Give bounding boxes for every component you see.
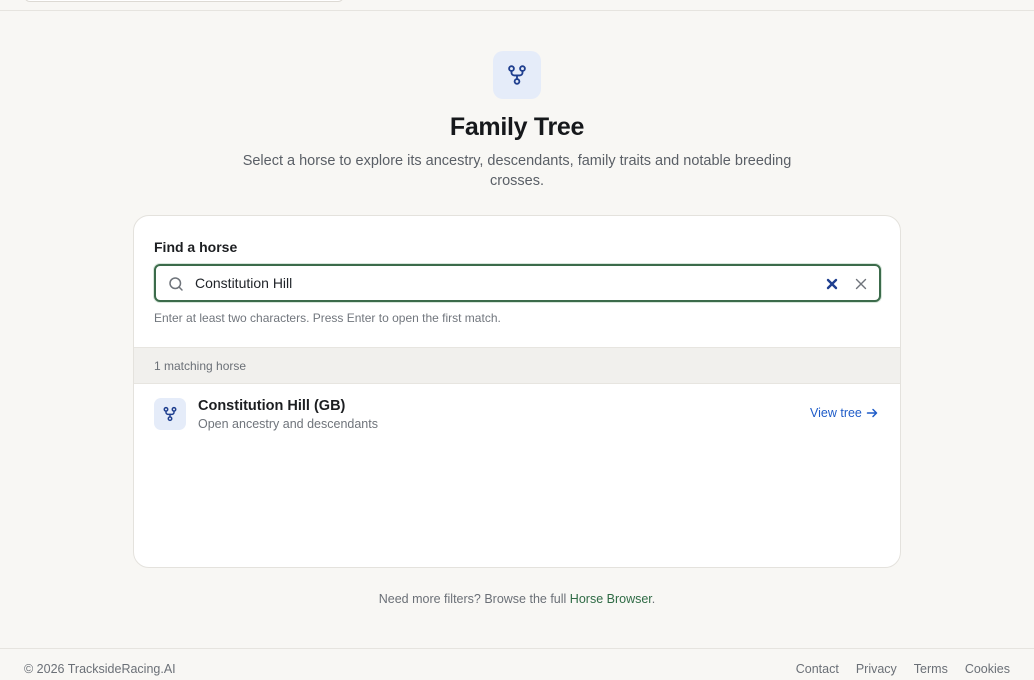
more-filters-suffix: . [651, 592, 656, 606]
arrow-right-icon [866, 408, 878, 418]
search-box[interactable] [154, 264, 881, 302]
footer-link-terms[interactable]: Terms [914, 662, 948, 676]
results-header: 1 matching horse [134, 347, 900, 384]
search-input[interactable] [195, 272, 795, 294]
page-title: Family Tree [449, 113, 585, 141]
footer-link-privacy[interactable]: Privacy [856, 662, 897, 676]
close-icon[interactable] [851, 274, 871, 294]
view-tree-link[interactable]: View tree [810, 406, 878, 420]
footer-link-contact[interactable]: Contact [796, 662, 839, 676]
footer-links: Contact Privacy Terms Cookies [796, 662, 1010, 676]
horse-browser-link[interactable]: Horse Browser [570, 592, 652, 606]
result-name: Constitution Hill (GB) [198, 398, 346, 414]
page-subtitle: Select a horse to explore its ancestry, … [242, 153, 792, 189]
search-card: Find a horse Enter at least two characte… [133, 215, 901, 568]
footer: © 2026 TracksideRacing.AI Contact Privac… [0, 648, 1034, 680]
view-tree-label: View tree [810, 406, 862, 420]
results-count: 1 matching horse [154, 359, 247, 373]
result-subtitle: Open ancestry and descendants [198, 417, 378, 431]
search-icon [169, 277, 183, 291]
global-search-input[interactable] [24, 0, 344, 2]
more-filters-note: Need more filters? Browse the full Horse… [0, 592, 1034, 606]
family-tree-icon [154, 398, 186, 430]
clear-search-icon[interactable] [822, 274, 842, 294]
copyright: © 2026 TracksideRacing.AI [24, 662, 176, 676]
more-filters-text: Need more filters? Browse the full [378, 592, 570, 606]
search-label: Find a horse [154, 239, 238, 255]
family-tree-icon [493, 51, 541, 99]
top-bar [0, 0, 1034, 11]
search-hint: Enter at least two characters. Press Ent… [154, 311, 501, 325]
footer-link-cookies[interactable]: Cookies [965, 662, 1010, 676]
result-row[interactable]: Constitution Hill (GB) Open ancestry and… [134, 384, 900, 444]
